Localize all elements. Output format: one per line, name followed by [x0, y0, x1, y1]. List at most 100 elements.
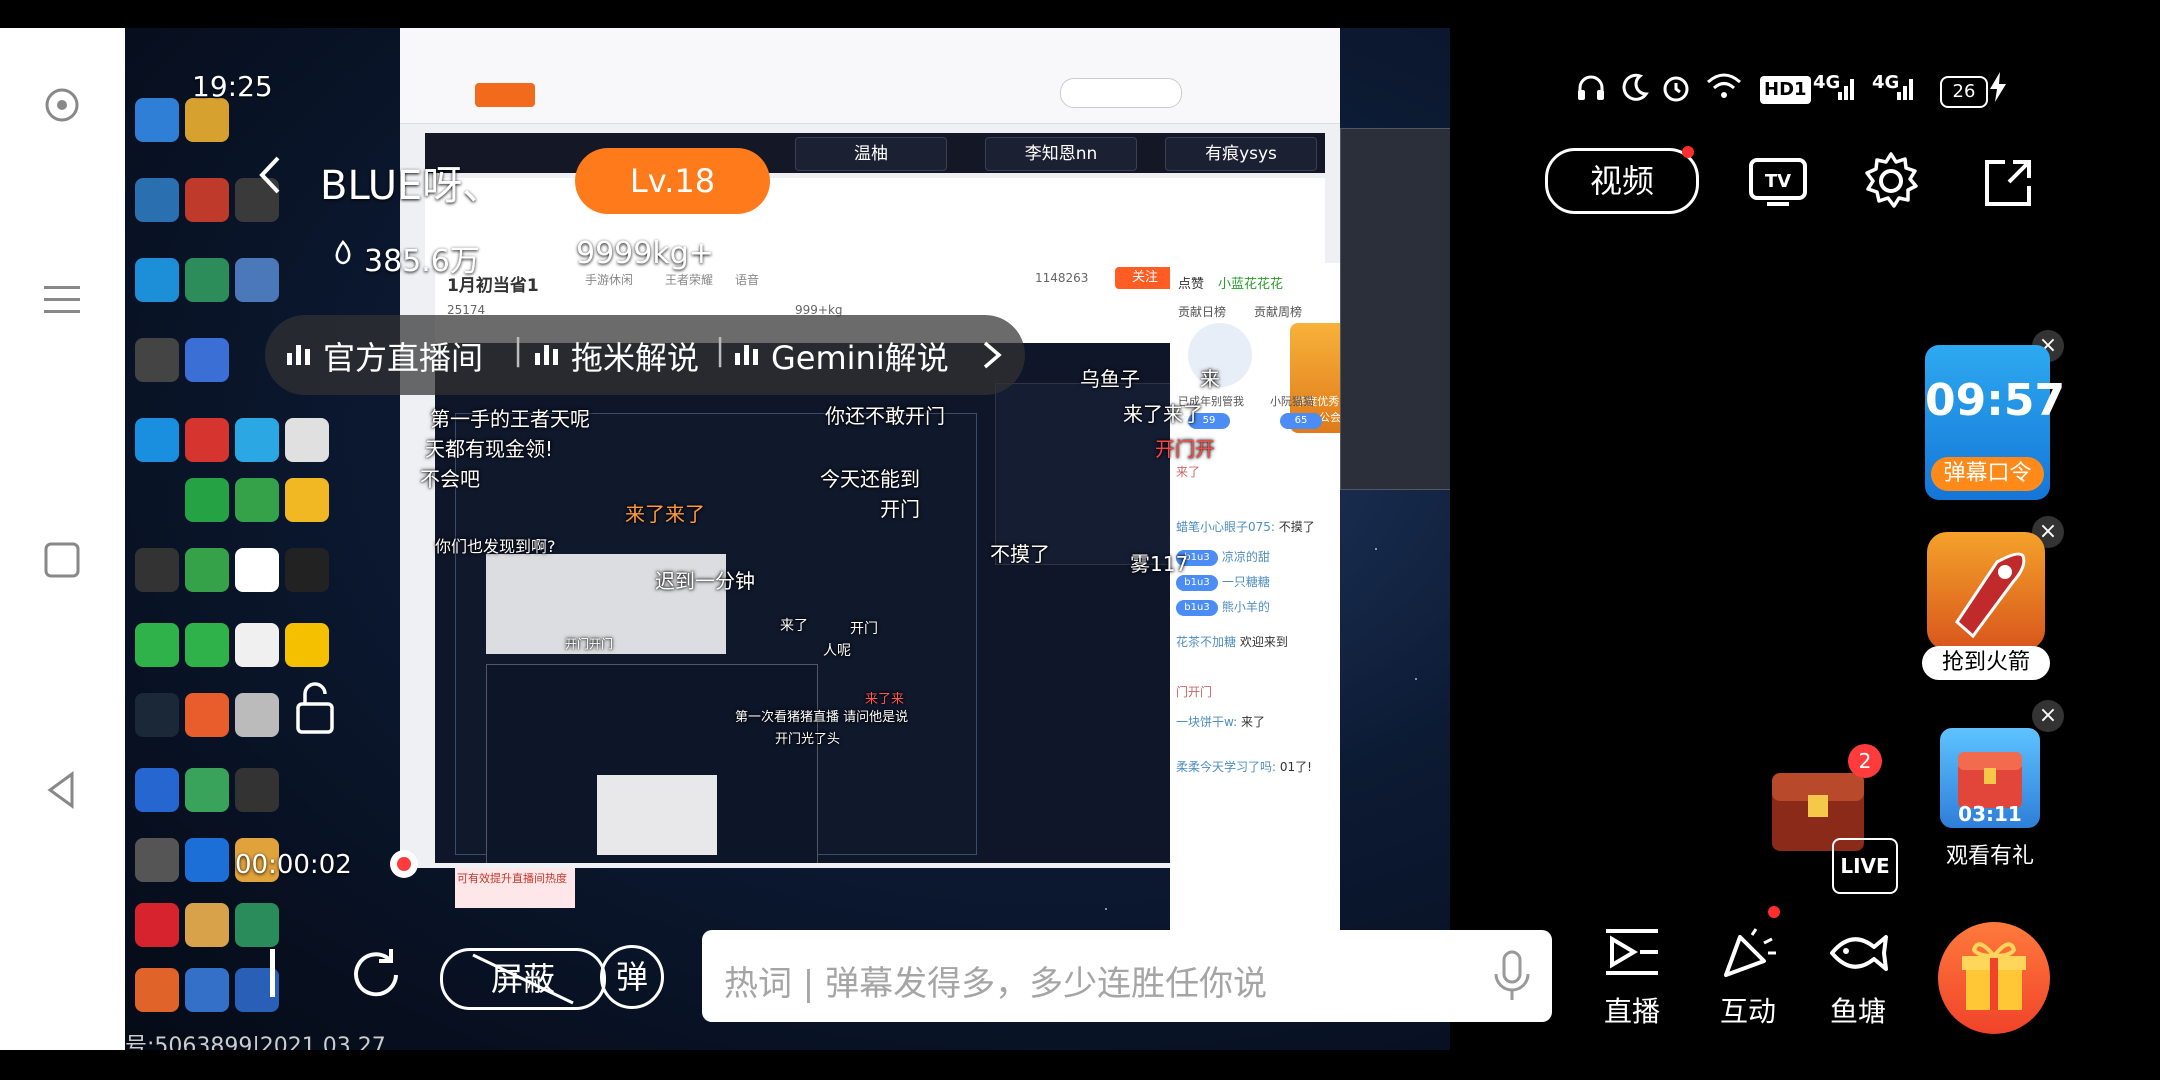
nav-interact-label[interactable]: 互动 [1708, 990, 1788, 1030]
menu-icon[interactable] [40, 278, 84, 322]
channel-tuomi[interactable]: 拖米解说 [571, 333, 699, 379]
live-play-icon[interactable] [1600, 925, 1664, 981]
live-badge[interactable]: LIVE [1832, 838, 1898, 894]
network-label: 4G [1813, 72, 1841, 93]
channel-official[interactable]: 官方直播间 [323, 333, 483, 379]
danmu-toggle[interactable]: 弹 [600, 945, 664, 1009]
danmu-input[interactable]: 热词 | 弹幕发得多，多少连胜任你说 [702, 930, 1552, 1022]
follow-button: 关注 [1115, 267, 1175, 289]
recents-icon[interactable] [40, 538, 84, 582]
record-indicator[interactable] [390, 850, 418, 878]
assistive-dot-icon[interactable] [40, 83, 84, 127]
channel-gemini[interactable]: Gemini解说 [771, 333, 949, 379]
back-nav-icon[interactable] [40, 768, 84, 812]
interact-dot [1768, 906, 1780, 918]
danmaku: 天都有现金领! [425, 437, 554, 461]
danmaku: 人呢 [823, 643, 851, 659]
panel-tab: 贡献日榜 [1178, 305, 1227, 319]
level-chip: 65 [1280, 413, 1322, 429]
danmaku: 第一手的王者天呢 [430, 407, 590, 431]
chat-line: 柔柔今天学习了吗: 01了! [1176, 760, 1312, 774]
settings-gear-icon[interactable] [1858, 148, 1924, 214]
chat-line: b1u3 一只糖糖 [1176, 573, 1270, 595]
block-button[interactable]: 屏蔽 [440, 948, 606, 1010]
microphone-icon[interactable] [1492, 950, 1532, 1002]
live-notice: 可有效提升直播间热度 [455, 868, 575, 908]
danmaku: 乌鱼子 [1080, 367, 1140, 391]
chat-line: b1u3 熊小羊的 [1176, 598, 1270, 620]
avatar [1188, 323, 1252, 387]
level-badge[interactable]: Lv.18 [575, 148, 770, 214]
system-nav-rail [0, 28, 125, 1050]
danmu-countdown-widget[interactable]: 09:57 弹幕口令 [1925, 345, 2066, 500]
danmaku: 开门 [880, 497, 920, 521]
rocket-widget[interactable]: 抢到火箭 [1922, 532, 2050, 682]
room-tag: 手游休闲 [585, 273, 634, 287]
danmaku: 开门光了头 [775, 732, 841, 747]
charging-icon [1988, 72, 2008, 108]
chat-line: 门开门 [1176, 685, 1213, 699]
channel-bars-icon [287, 339, 313, 365]
captured-tab: 有痕ysys [1165, 137, 1317, 171]
top-fan: 小阮猫猫 [1270, 395, 1314, 408]
danmaku: 来了来 [865, 692, 905, 707]
captured-tab: 温柚 [795, 137, 947, 171]
recording-timer: 00:00:02 [235, 850, 352, 880]
streamer-name[interactable]: BLUE呀、 [320, 153, 502, 211]
alarm-icon [1660, 72, 1692, 108]
headset-icon [1575, 72, 1607, 108]
tv-icon[interactable]: TV [1745, 148, 1811, 214]
notification-dot [1682, 146, 1694, 158]
wifi-icon [1706, 72, 1742, 108]
channel-switcher[interactable]: 官方直播间 | 拖米解说 | Gemini解说 [265, 315, 1025, 395]
channel-bars-icon [735, 339, 761, 365]
rank-name: 小蓝花花花 [1218, 277, 1284, 292]
moon-icon [1620, 72, 1650, 108]
danmaku: 开门开 [1155, 437, 1215, 461]
watch-reward-widget[interactable]: 03:11 观看有礼 [1935, 728, 2045, 878]
danmaku: 雾117 [1130, 552, 1189, 576]
danmaku: 不摸了 [990, 542, 1050, 566]
back-icon[interactable] [252, 150, 288, 200]
captured-tab: 李知恩nn [985, 137, 1137, 171]
browser-topbar [400, 28, 1340, 124]
weight-count[interactable]: 9999kg+ [576, 236, 714, 271]
countdown-label: 弹幕口令 [1931, 457, 2044, 491]
danmaku: 你们也发现到啊? [435, 537, 556, 556]
signal-icon [1838, 72, 1858, 108]
refresh-icon[interactable] [346, 945, 406, 1005]
nested-video [486, 664, 818, 863]
gift-button[interactable] [1938, 922, 2050, 1034]
hd-indicator: HD1 [1760, 76, 1811, 104]
rank-label: 点赞 [1178, 277, 1205, 292]
rocket-icon [1927, 532, 2045, 650]
signal-icon [1897, 72, 1917, 108]
share-icon[interactable] [1975, 150, 2041, 216]
danmu-input-placeholder: 热词 | 弹幕发得多，多少连胜任你说 [724, 964, 1268, 1004]
danmaku: 开门 [850, 621, 878, 637]
video-button[interactable]: 视频 [1545, 148, 1699, 214]
chat-line: 一块饼干w: 来了 [1176, 715, 1266, 729]
danmaku: 来了来了 [625, 502, 705, 526]
chat-line: 来了 [1176, 465, 1201, 479]
chest-timer: 03:11 [1958, 802, 2022, 826]
panel-tab: 贡献周榜 [1254, 305, 1303, 319]
weight-icon [535, 240, 561, 266]
fish-icon[interactable] [1826, 925, 1890, 981]
channel-bars-icon [535, 339, 561, 365]
countdown-time: 09:57 [1925, 375, 2066, 426]
network-label: 4G [1872, 72, 1900, 93]
pause-icon[interactable] [258, 945, 288, 1000]
room-id: 1148263 [1035, 271, 1089, 285]
danmaku: 来了来了 [1123, 402, 1203, 426]
nav-pond-label[interactable]: 鱼塘 [1818, 990, 1898, 1030]
chest-label: 观看有礼 [1945, 844, 2034, 869]
danmaku: 不会吧 [420, 467, 480, 491]
battery-indicator: 26 [1940, 76, 1988, 108]
room-tag: 语音 [735, 273, 760, 287]
danmaku: 来了 [780, 618, 808, 634]
lock-icon[interactable] [292, 680, 338, 736]
nav-live-label[interactable]: 直播 [1592, 990, 1672, 1030]
danmaku: 来 [1200, 367, 1220, 391]
party-popper-icon[interactable] [1716, 925, 1780, 981]
